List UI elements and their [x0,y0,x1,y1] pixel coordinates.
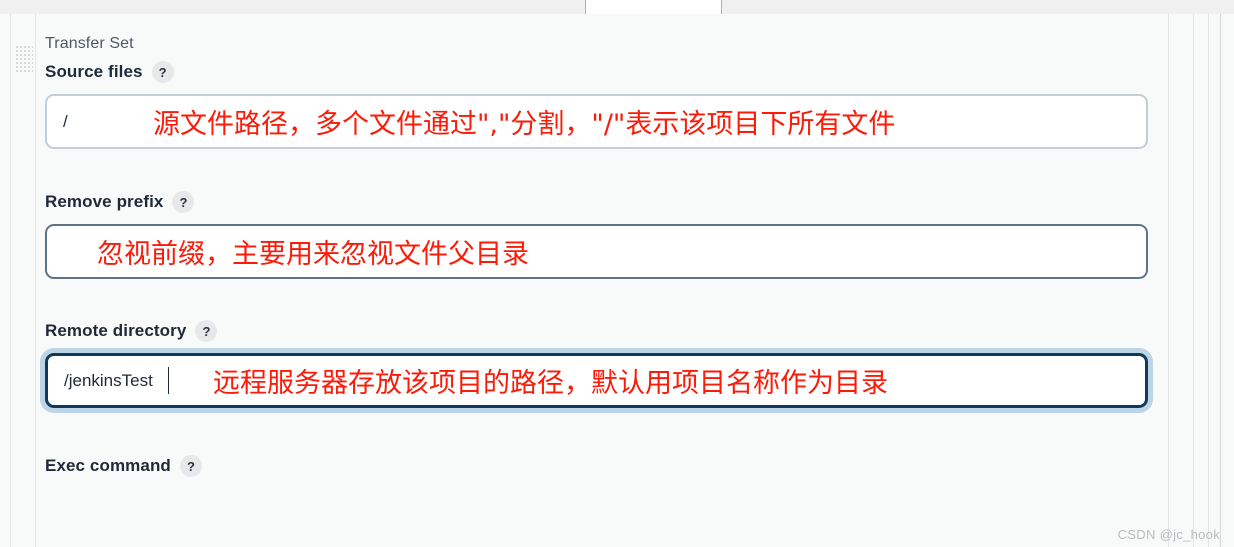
label-remove-prefix: Remove prefix [45,192,164,211]
help-icon-source-files[interactable]: ? [151,61,174,83]
watermark: CSDN @jc_hook [1117,527,1220,542]
input-wrap-source-files: 源文件路径，多个文件通过","分割，"/"表示该项目下所有文件 [45,94,1165,149]
spacer-after-remote-directory [45,408,1165,454]
help-icon-remove-prefix[interactable]: ? [172,191,195,213]
label-source-files: Source files [45,62,143,81]
label-exec-command: Exec command [45,456,171,475]
panel-rule-right-1 [1168,14,1169,547]
transfer-set-form: Transfer Set Source files ? 源文件路径，多个文件通过… [45,34,1165,488]
input-wrap-remove-prefix: 忽视前缀，主要用来忽视文件父目录 [45,224,1165,279]
transfer-set-panel: Transfer Set Source files ? 源文件路径，多个文件通过… [0,14,1234,547]
input-remove-prefix[interactable] [45,224,1148,279]
spacer-after-remove-prefix [45,279,1165,319]
label-remote-directory: Remote directory [45,321,187,340]
app-screen: Transfer Set Source files ? 源文件路径，多个文件通过… [0,0,1234,547]
panel-rule-right-3 [1208,14,1209,547]
drag-handle-dots-icon [15,45,33,73]
input-source-files[interactable] [45,94,1148,149]
spacer-after-source-files [45,149,1165,190]
panel-rule-right-edge [1220,14,1221,547]
input-wrap-remote-directory: 远程服务器存放该项目的路径，默认用项目名称作为目录 [45,353,1165,408]
section-title: Transfer Set [45,35,134,52]
help-icon-exec-command[interactable]: ? [179,455,202,477]
field-label-row-remote-directory: Remote directory ? [45,319,1165,343]
field-label-row-source-files: Source files ? [45,60,1165,84]
panel-rule-right-2 [1193,14,1194,547]
panel-rule-left-inner [35,14,36,547]
tab-strip [0,0,1234,14]
help-icon-remote-directory[interactable]: ? [195,320,218,342]
text-cursor [168,367,169,394]
panel-rule-left-outer [10,14,11,547]
field-label-row-remove-prefix: Remove prefix ? [45,190,1165,214]
tab-active[interactable] [585,0,722,14]
drag-handle-icon[interactable] [15,45,33,73]
field-label-row-exec-command: Exec command ? [45,454,1165,478]
input-remote-directory[interactable] [45,353,1148,408]
